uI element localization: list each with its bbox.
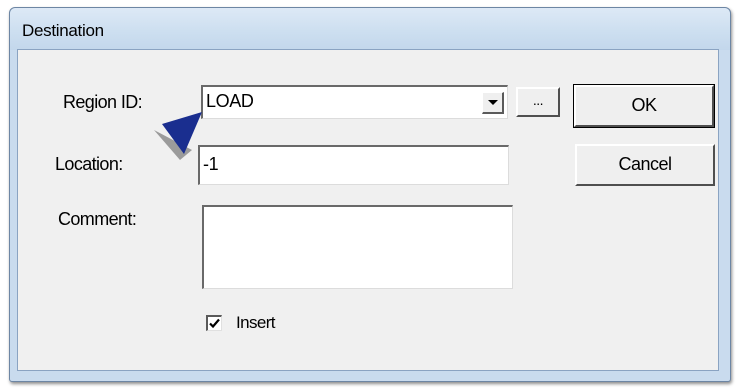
insert-label[interactable]: Insert — [236, 313, 276, 333]
cancel-button[interactable]: Cancel — [575, 144, 715, 186]
location-label: Location: — [55, 154, 123, 174]
ok-label: OK — [631, 95, 657, 115]
location-field[interactable]: -1 — [198, 145, 509, 185]
insert-checkbox[interactable] — [206, 315, 222, 331]
chevron-down-icon[interactable] — [482, 92, 504, 114]
cancel-label: Cancel — [618, 154, 672, 174]
comment-field[interactable] — [202, 205, 513, 289]
region-id-combobox[interactable]: LOAD — [201, 85, 508, 119]
dialog-title: Destination — [22, 21, 104, 40]
title-bar[interactable]: Destination — [10, 8, 730, 50]
region-id-label: Region ID: — [63, 92, 143, 112]
browse-label: ... — [532, 92, 544, 108]
browse-button[interactable]: ... — [516, 87, 560, 117]
ok-button[interactable]: OK — [573, 84, 715, 128]
region-id-value: LOAD — [206, 91, 254, 111]
checkmark-icon — [209, 318, 220, 329]
comment-label: Comment: — [58, 209, 137, 229]
arrow-pointer-icon — [154, 112, 202, 160]
